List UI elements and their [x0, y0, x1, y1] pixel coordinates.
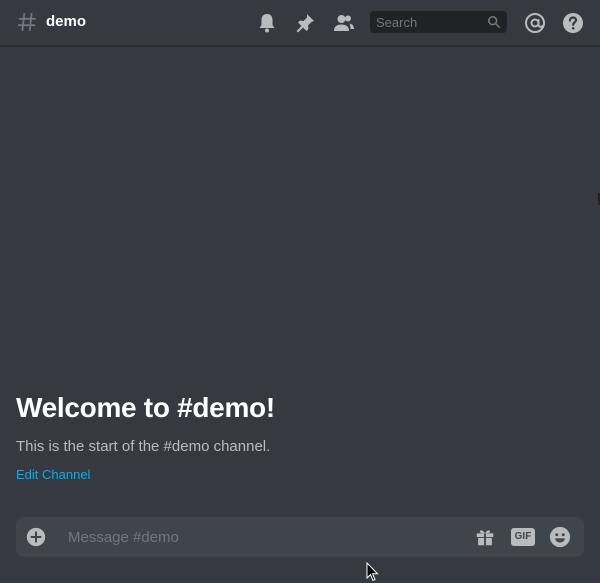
search-input[interactable]	[370, 11, 480, 33]
search-box[interactable]	[370, 11, 507, 33]
hash-icon	[17, 12, 37, 32]
bell-icon[interactable]	[255, 11, 279, 35]
message-input[interactable]	[68, 517, 458, 557]
gif-button[interactable]: GIF	[511, 528, 535, 546]
edit-channel-link[interactable]: Edit Channel	[16, 467, 90, 482]
gift-icon[interactable]	[474, 526, 496, 548]
mouse-cursor-icon	[366, 562, 379, 582]
welcome-subtitle: This is the start of the #demo channel.	[16, 438, 271, 455]
pin-icon[interactable]	[293, 11, 317, 35]
search-icon	[487, 15, 501, 29]
emoji-icon[interactable]	[549, 526, 571, 548]
message-composer: GIF	[16, 517, 584, 557]
members-icon[interactable]	[332, 11, 356, 35]
add-icon[interactable]	[26, 527, 46, 547]
channel-name: demo	[46, 13, 87, 30]
welcome-title: Welcome to #demo!	[16, 392, 275, 423]
channel-header: demo	[0, 0, 600, 46]
help-icon[interactable]	[561, 11, 585, 35]
mention-icon[interactable]	[523, 11, 547, 35]
